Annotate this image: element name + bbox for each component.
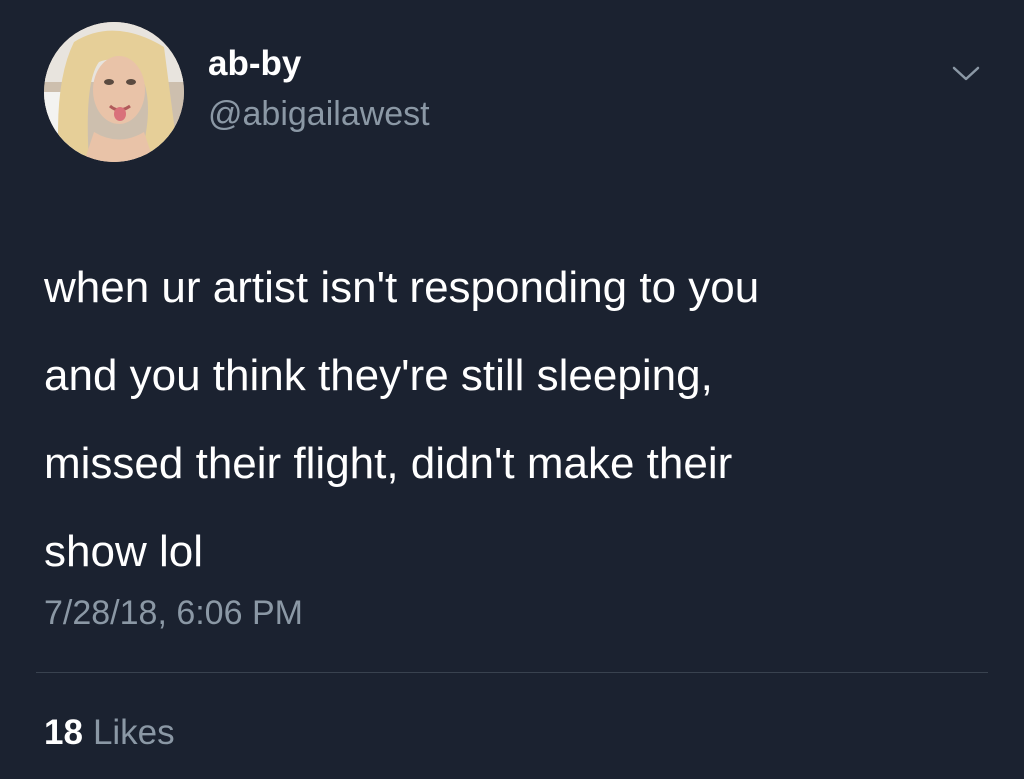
- tweet-text-line: show lol: [44, 527, 203, 576]
- author-handle[interactable]: @abigailawest: [208, 94, 430, 134]
- likes-link[interactable]: 18 Likes: [44, 713, 175, 753]
- tweet-text-line: missed their flight, didn't make their: [44, 439, 733, 488]
- author-display-name[interactable]: ab-by: [208, 44, 301, 84]
- likes-count: 18: [44, 713, 83, 752]
- tweet-card: ab-by @abigailawest when ur artist isn't…: [0, 0, 1024, 779]
- likes-label: Likes: [92, 713, 175, 752]
- tweet-text-line: and you think they're still sleeping,: [44, 351, 713, 400]
- avatar[interactable]: [44, 22, 184, 162]
- tweet-text-line: when ur artist isn't responding to you: [44, 263, 760, 312]
- more-options-button[interactable]: [944, 58, 988, 88]
- tweet-text: when ur artist isn't responding to you a…: [44, 244, 984, 596]
- avatar-photo: [44, 22, 184, 162]
- tweet-timestamp: 7/28/18, 6:06 PM: [44, 594, 303, 632]
- divider: [36, 672, 988, 673]
- chevron-down-icon: [952, 66, 980, 81]
